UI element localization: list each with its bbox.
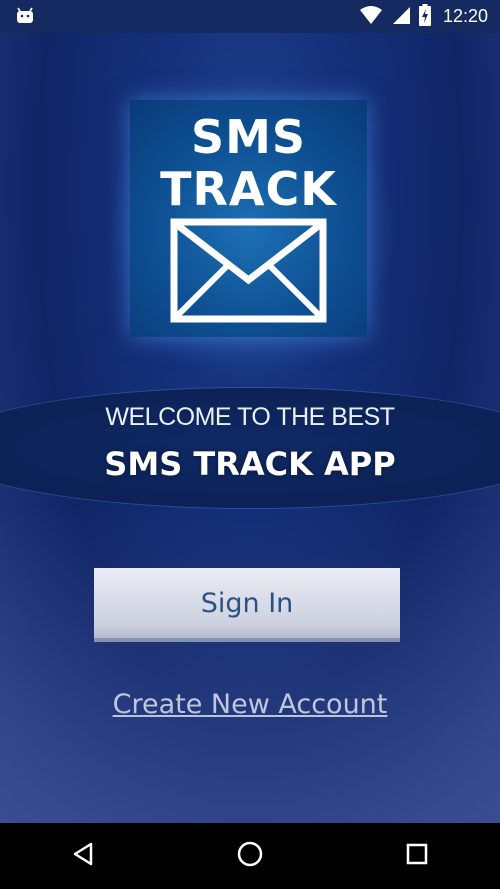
status-clock: 12:20 — [442, 6, 488, 26]
android-icon — [16, 7, 34, 29]
signal-icon — [391, 5, 411, 29]
recents-button[interactable] — [387, 826, 447, 886]
battery-charging-icon — [418, 3, 431, 30]
wifi-icon — [359, 5, 383, 29]
envelope-icon — [170, 218, 327, 327]
logo-line-2: TRACK — [160, 162, 337, 216]
back-button[interactable] — [53, 826, 113, 886]
status-bar: 12:20 — [0, 0, 500, 33]
home-icon — [236, 840, 264, 872]
create-account-link[interactable]: Create New Account — [0, 689, 500, 720]
home-button[interactable] — [220, 826, 280, 886]
welcome-subtitle: WELCOME TO THE BEST — [105, 403, 395, 431]
app-logo: SMS TRACK — [130, 100, 367, 337]
sign-in-button[interactable]: Sign In — [94, 568, 400, 638]
welcome-title: SMS TRACK APP — [104, 445, 396, 483]
navigation-bar — [0, 823, 500, 889]
logo-line-1: SMS — [190, 110, 307, 164]
app-screen: SMS TRACK WELCOME TO THE BEST SMS TRACK … — [0, 33, 500, 823]
status-icons: 12:20 — [359, 0, 488, 33]
back-icon — [70, 841, 96, 871]
recents-icon — [405, 842, 429, 870]
